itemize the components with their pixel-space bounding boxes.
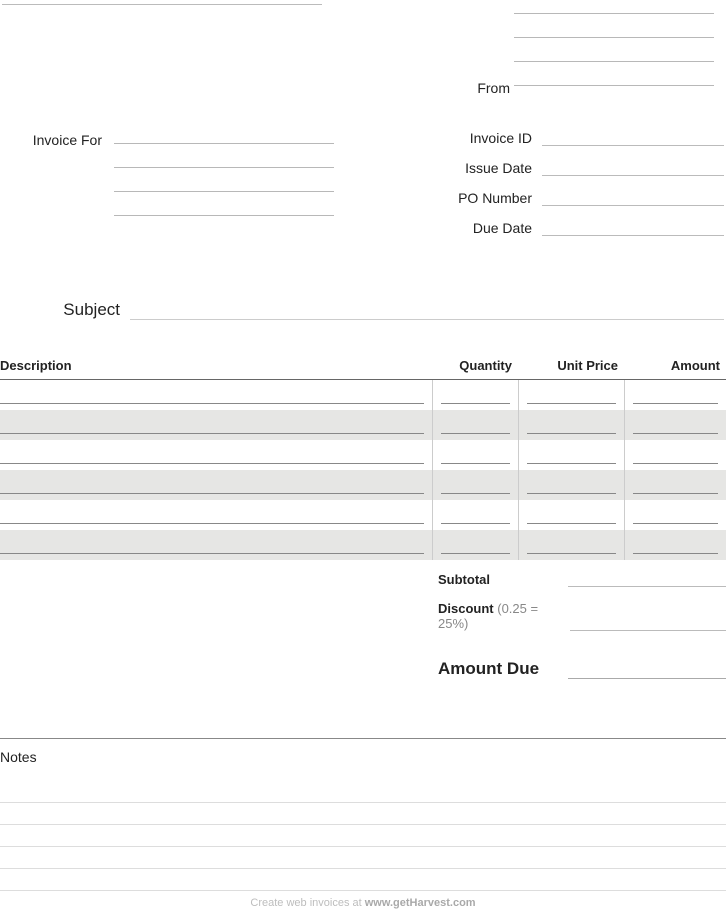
invoice-for-line[interactable]: [114, 178, 334, 192]
table-row: [0, 410, 726, 440]
col-header-quantity: Quantity: [432, 350, 518, 380]
notes-divider: [0, 738, 726, 739]
subtotal-row: Subtotal: [438, 572, 726, 587]
desc-field[interactable]: [0, 433, 424, 434]
price-field[interactable]: [527, 403, 616, 404]
notes-line[interactable]: [0, 869, 726, 891]
col-header-unit-price: Unit Price: [518, 350, 624, 380]
discount-label: Discount: [438, 601, 494, 616]
notes-line[interactable]: [0, 847, 726, 869]
amount-due-label: Amount Due: [438, 659, 539, 679]
due-date-label: Due Date: [438, 220, 532, 236]
table-row: [0, 500, 726, 530]
desc-field[interactable]: [0, 403, 424, 404]
issue-date-field[interactable]: [542, 162, 724, 176]
invoice-id-field[interactable]: [542, 132, 724, 146]
footer: Create web invoices at www.getHarvest.co…: [0, 897, 726, 909]
desc-field[interactable]: [0, 463, 424, 464]
subject-label: Subject: [2, 300, 120, 320]
qty-field[interactable]: [441, 463, 510, 464]
po-number-field[interactable]: [542, 192, 724, 206]
table-header-row: Description Quantity Unit Price Amount: [0, 350, 726, 380]
amount-field[interactable]: [633, 493, 719, 494]
line-items-body: [0, 380, 726, 560]
notes-line[interactable]: [0, 781, 726, 803]
amount-field[interactable]: [633, 433, 719, 434]
issue-date-label: Issue Date: [438, 160, 532, 176]
invoice-template: From Invoice For Invoice ID Issue Date P…: [0, 0, 728, 917]
discount-row: Discount (0.25 = 25%): [438, 601, 726, 631]
notes-label: Notes: [0, 749, 726, 765]
table-row: [0, 440, 726, 470]
invoice-id-label: Invoice ID: [438, 130, 532, 146]
amount-field[interactable]: [633, 523, 719, 524]
desc-field[interactable]: [0, 553, 424, 554]
meta-block: Invoice ID Issue Date PO Number Due Date: [438, 130, 724, 250]
qty-field[interactable]: [441, 553, 510, 554]
from-line[interactable]: [514, 72, 714, 86]
qty-field[interactable]: [441, 493, 510, 494]
from-line[interactable]: [514, 48, 714, 62]
from-line[interactable]: [514, 0, 714, 14]
amount-due-field[interactable]: [568, 661, 726, 679]
from-block: From: [440, 0, 724, 96]
meta-row-po-number: PO Number: [438, 190, 724, 206]
qty-field[interactable]: [441, 433, 510, 434]
subtotal-field[interactable]: [568, 573, 726, 587]
amount-field[interactable]: [633, 463, 719, 464]
po-number-label: PO Number: [438, 190, 532, 206]
qty-field[interactable]: [441, 523, 510, 524]
invoice-for-line[interactable]: [114, 154, 334, 168]
price-field[interactable]: [527, 523, 616, 524]
invoice-for-block: Invoice For: [2, 130, 342, 226]
amount-field[interactable]: [633, 553, 719, 554]
invoice-for-line[interactable]: [114, 202, 334, 216]
totals-block: Subtotal Discount (0.25 = 25%) Amount Du…: [438, 572, 726, 679]
meta-row-invoice-id: Invoice ID: [438, 130, 724, 146]
qty-field[interactable]: [441, 403, 510, 404]
price-field[interactable]: [527, 553, 616, 554]
desc-field[interactable]: [0, 523, 424, 524]
meta-row-due-date: Due Date: [438, 220, 724, 236]
from-lines: [514, 0, 714, 96]
subtotal-label: Subtotal: [438, 572, 490, 587]
table-row: [0, 470, 726, 500]
notes-line[interactable]: [0, 825, 726, 847]
due-date-field[interactable]: [542, 222, 724, 236]
from-label: From: [440, 80, 510, 96]
line-items-table: Description Quantity Unit Price Amount: [0, 350, 726, 560]
invoice-for-label: Invoice For: [2, 130, 102, 148]
from-line[interactable]: [514, 24, 714, 38]
notes-lines: [0, 781, 726, 891]
meta-row-issue-date: Issue Date: [438, 160, 724, 176]
notes-line[interactable]: [0, 803, 726, 825]
table-row: [0, 530, 726, 560]
desc-field[interactable]: [0, 493, 424, 494]
amount-due-row: Amount Due: [438, 659, 726, 679]
col-header-amount: Amount: [624, 350, 726, 380]
subject-field[interactable]: [130, 304, 724, 320]
amount-field[interactable]: [633, 403, 719, 404]
table-row: [0, 380, 726, 410]
invoice-for-lines: [114, 130, 334, 226]
subject-block: Subject: [2, 300, 724, 320]
price-field[interactable]: [527, 463, 616, 464]
col-header-description: Description: [0, 350, 432, 380]
notes-block: Notes: [0, 738, 726, 891]
invoice-for-line[interactable]: [114, 130, 334, 144]
price-field[interactable]: [527, 433, 616, 434]
footer-prefix: Create web invoices at: [250, 897, 364, 909]
price-field[interactable]: [527, 493, 616, 494]
footer-site: www.getHarvest.com: [365, 897, 476, 909]
discount-field[interactable]: [570, 617, 726, 631]
sender-top-line: [2, 4, 322, 5]
